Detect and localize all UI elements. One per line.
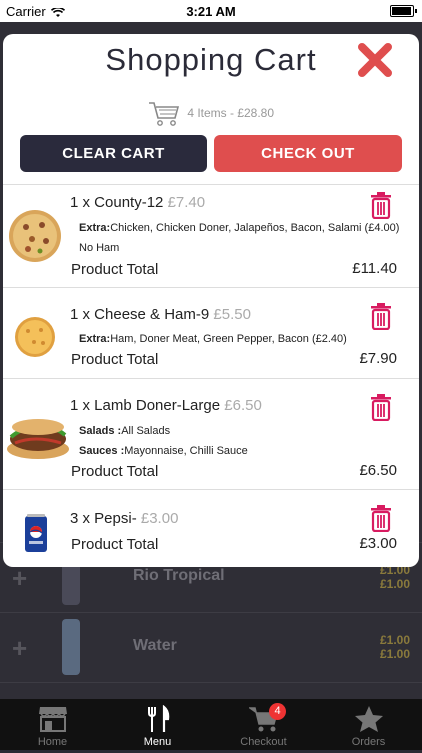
cart-summary-text: 4 Items - £28.80 (187, 106, 275, 121)
item-name: 1 x Lamb Doner-Large £6.50 (70, 397, 262, 414)
checkout-button[interactable]: CHECK OUT (214, 135, 402, 172)
cart-icon (148, 102, 180, 126)
cart-summary: 4 Items - £28.80 (3, 100, 419, 128)
tab-checkout[interactable]: 4 Checkout (211, 699, 316, 750)
shopping-cart-modal: Shopping Cart 4 Items - £28.80 CLEAR CAR… (3, 34, 419, 567)
tab-label: Orders (351, 736, 386, 748)
tab-bar: Home Menu 4 Checkout Orders (0, 699, 422, 750)
cart-items-list: 1 x County-12 £7.40 Extra:Chicken, Chick… (3, 184, 419, 567)
product-total-amount: £11.40 (352, 260, 397, 277)
item-detail: Extra:Ham, Doner Meat, Green Pepper, Bac… (79, 333, 347, 345)
menu-row: + Water £1.00 £1.00 (0, 612, 422, 683)
product-total-label: Product Total (71, 463, 159, 480)
star-icon (355, 706, 383, 732)
cutlery-icon (148, 705, 170, 732)
item-name: 1 x Cheese & Ham-9 £5.50 (70, 306, 251, 323)
add-icon[interactable]: + (12, 633, 27, 664)
menu-item-price: £1.00 (379, 647, 410, 661)
add-icon[interactable]: + (12, 563, 27, 594)
menu-item-price: £1.00 (379, 577, 410, 591)
cart-item: 3 x Pepsi- £3.00 Product Total £3.00 (3, 489, 419, 567)
product-thumbnail (62, 619, 80, 675)
trash-icon[interactable] (369, 504, 393, 532)
item-name: 3 x Pepsi- £3.00 (70, 510, 179, 527)
product-total-amount: £6.50 (359, 462, 397, 479)
item-name: 1 x County-12 £7.40 (70, 194, 206, 211)
item-detail: No Ham (79, 242, 120, 254)
status-bar: Carrier 3:21 AM (0, 0, 422, 22)
cart-item: 1 x Lamb Doner-Large £6.50 Salads :All S… (3, 378, 419, 489)
cart-item: 1 x Cheese & Ham-9 £5.50 Extra:Ham, Done… (3, 287, 419, 378)
item-detail: Extra:Chicken, Chicken Doner, Jalapeños,… (79, 222, 400, 234)
product-total-label: Product Total (71, 261, 159, 278)
menu-item-price: £1.00 (379, 633, 410, 647)
close-icon[interactable] (355, 40, 395, 80)
checkout-count-badge: 4 (269, 703, 286, 720)
tab-label: Checkout (240, 736, 287, 748)
cart-item: 1 x County-12 £7.40 Extra:Chicken, Chick… (3, 184, 419, 287)
menu-item-name: Water (133, 637, 177, 654)
tab-home[interactable]: Home (0, 699, 105, 750)
clear-cart-button[interactable]: CLEAR CART (20, 135, 207, 172)
product-total-amount: £3.00 (359, 535, 397, 552)
pizza-image (9, 210, 61, 262)
item-detail: Sauces :Mayonnaise, Chilli Sauce (79, 445, 248, 457)
trash-icon[interactable] (369, 191, 393, 219)
pepsi-can-image (25, 514, 47, 552)
tab-orders[interactable]: Orders (316, 699, 421, 750)
tab-label: Menu (143, 736, 172, 748)
battery-icon (390, 5, 417, 17)
pizza-image (15, 317, 55, 357)
item-detail: Salads :All Salads (79, 425, 171, 437)
trash-icon[interactable] (369, 302, 393, 330)
store-icon (39, 707, 67, 732)
product-total-label: Product Total (71, 351, 159, 368)
tab-label: Home (37, 736, 68, 748)
menu-item-name: Rio Tropical (133, 567, 225, 584)
kebab-image (7, 419, 69, 459)
product-total-label: Product Total (71, 536, 159, 553)
clock: 3:21 AM (186, 4, 236, 19)
tab-menu[interactable]: Menu (105, 699, 210, 750)
product-total-amount: £7.90 (359, 350, 397, 367)
trash-icon[interactable] (369, 393, 393, 421)
